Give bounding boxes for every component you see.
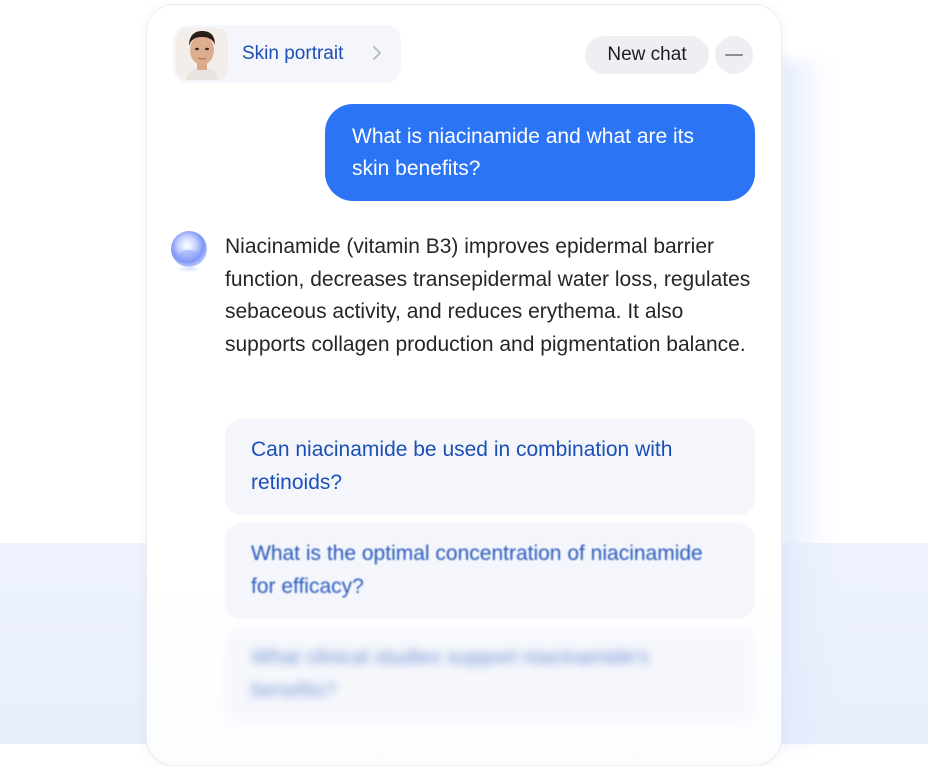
skin-portrait-label: Skin portrait	[242, 43, 344, 64]
skin-portrait-chip[interactable]: Skin portrait	[173, 25, 401, 83]
suggestion-label: Can niacinamide be used in combination w…	[251, 438, 673, 494]
orb-avatar-icon	[171, 231, 207, 272]
minus-icon[interactable]	[715, 36, 753, 74]
suggestion-label: What is the optimal concentration of nia…	[251, 542, 703, 598]
face-photo-icon	[176, 28, 228, 80]
user-message-text: What is niacinamide and what are its ski…	[352, 125, 694, 180]
new-chat-button[interactable]: New chat	[585, 36, 709, 74]
background-glow	[780, 60, 830, 744]
assistant-message: Niacinamide (vitamin B3) improves epider…	[225, 235, 751, 356]
user-message-bubble: What is niacinamide and what are its ski…	[325, 104, 755, 201]
chat-panel: Skin portrait New chat What is niacinami…	[146, 4, 782, 766]
suggestion-label: What clinical studies support niacinamid…	[251, 646, 650, 702]
suggestion-chip[interactable]: Can niacinamide be used in combination w…	[225, 419, 755, 515]
suggestion-chip[interactable]: What is the optimal concentration of nia…	[225, 523, 755, 619]
suggestion-chip[interactable]: What clinical studies support niacinamid…	[225, 627, 755, 723]
chevron-right-icon	[373, 46, 381, 60]
